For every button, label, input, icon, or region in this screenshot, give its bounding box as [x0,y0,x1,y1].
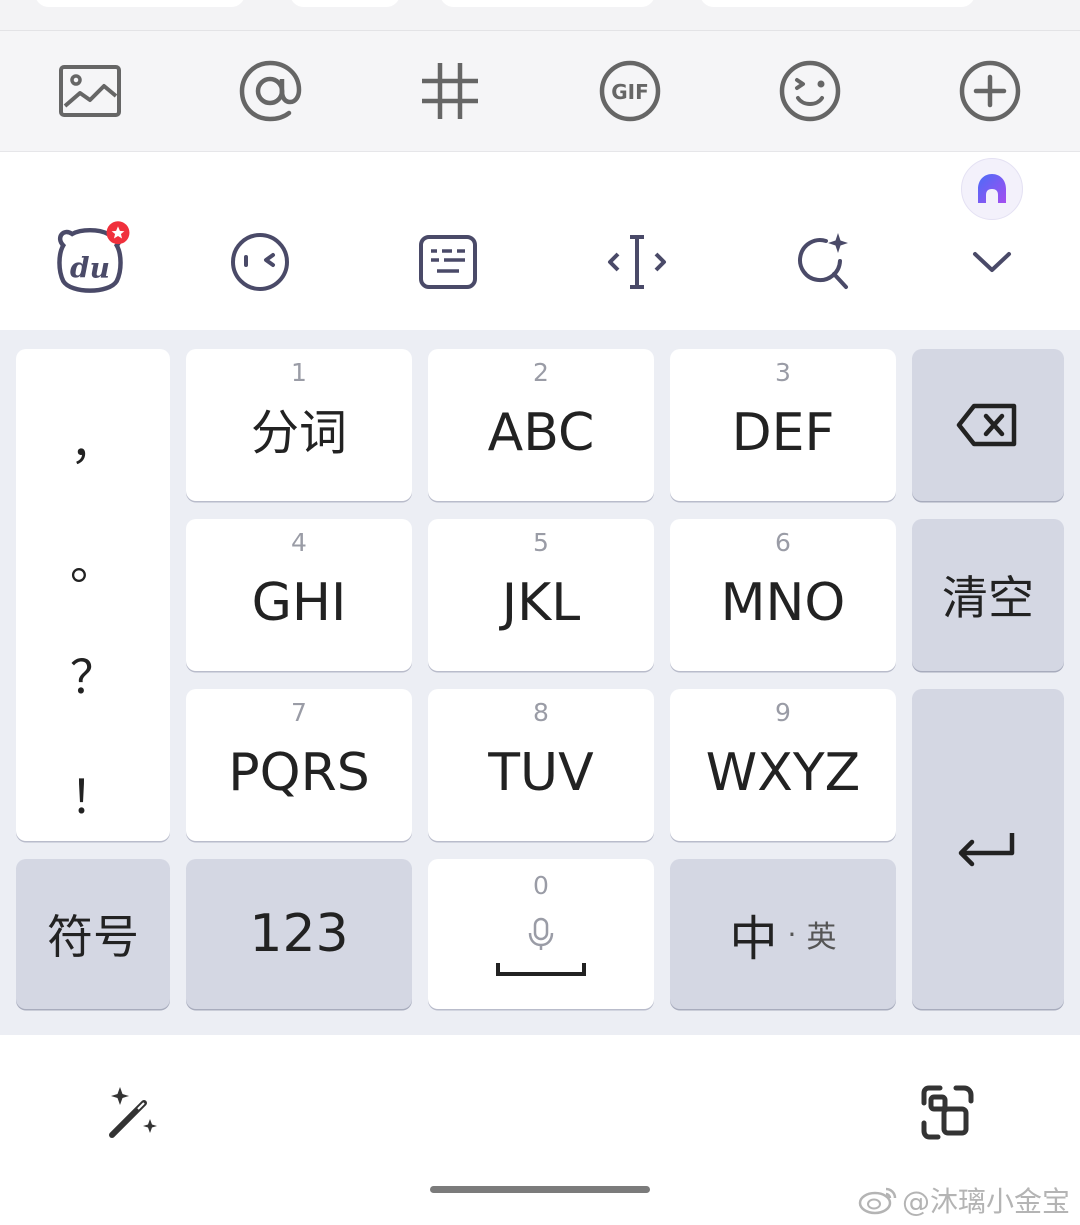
key-3[interactable]: 3 DEF [670,349,896,501]
enter-key[interactable] [912,689,1064,1009]
key-2[interactable]: 2 ABC [428,349,654,501]
punct-comma[interactable]: ， [16,407,170,473]
emoji-icon [779,60,841,122]
ai-search-button[interactable] [773,217,873,307]
at-mention-icon [239,60,302,122]
key-9[interactable]: 9 WXYZ [670,689,896,841]
key-number: 1 [291,358,307,387]
image-icon [59,65,121,117]
magic-wand-icon [109,1087,157,1138]
symbols-label: 符号 [47,910,139,964]
ai-assistant-icon [978,174,1006,203]
numbers-label: 123 [249,904,349,964]
key-number: 3 [775,358,791,387]
lang-primary: 中 [729,911,778,967]
key-number: 6 [775,528,791,557]
key-label: ABC [487,403,595,463]
kaomoji-button[interactable] [210,217,310,307]
spacebar-icon [496,963,586,976]
ime-toolbar: du [0,152,1080,329]
microphone-icon [528,917,554,950]
chip[interactable] [35,0,245,7]
key-number: 4 [291,528,307,557]
gif-icon: GIF [599,60,661,122]
punct-question[interactable]: ？ [16,641,170,707]
du-bear-logo-icon: du [57,221,130,293]
collapse-keyboard-button[interactable] [942,217,1042,307]
keyboard-layout-icon [419,235,477,289]
gif-text: GIF [611,80,649,104]
key-1[interactable]: 1 分词 [186,349,412,501]
key-number: 8 [533,698,549,727]
key-number: 0 [533,871,549,900]
key-5[interactable]: 5 JKL [428,519,654,671]
lang-dot: · [787,917,797,951]
key-number: 5 [533,528,549,557]
image-button[interactable] [30,31,150,151]
watermark-text: @沐璃小金宝 [901,1185,1070,1218]
add-icon [959,60,1021,122]
key-number: 7 [291,698,307,727]
backspace-icon [956,403,1017,447]
cursor-move-icon [608,235,666,289]
weibo-logo-icon [858,1187,897,1215]
ai-assistant-button[interactable] [961,158,1023,220]
key-label: DEF [731,403,835,463]
key-7[interactable]: 7 PQRS [186,689,412,841]
chip[interactable] [440,0,655,7]
add-button[interactable] [930,31,1050,151]
gif-button[interactable]: GIF [570,31,690,151]
key-label: TUV [488,743,594,803]
key-label: MNO [720,573,846,633]
collapse-chevron-icon [973,252,1011,272]
kaomoji-icon [231,233,289,291]
lang-secondary: 英 [806,920,837,955]
du-logo-text: du [70,251,110,284]
watermark: @沐璃小金宝 [858,1180,1070,1220]
scan-text-icon [921,1085,974,1140]
du-logo-button[interactable]: du [40,217,140,307]
numbers-key[interactable]: 123 [186,859,412,1009]
key-label: 分词 [250,405,347,461]
t9-keyboard: ， 。 ？ ！ 1 分词 2 ABC 3 DEF 4 GHI 5 JKL 6 M… [0,330,1080,1035]
top-chip-strip [0,0,1080,31]
ai-search-icon [798,233,848,289]
chip[interactable] [290,0,400,7]
enter-icon [958,833,1015,867]
key-label: PQRS [228,743,370,803]
scan-text-button[interactable] [908,1073,988,1153]
emoji-button[interactable] [750,31,870,151]
keyboard-layout-button[interactable] [398,217,498,307]
key-label: GHI [251,573,347,633]
punct-period[interactable]: 。 [16,527,170,593]
backspace-key[interactable] [912,349,1064,501]
clear-key[interactable]: 清空 [912,519,1064,671]
symbols-key[interactable]: 符号 [16,859,170,1009]
key-number: 9 [775,698,791,727]
home-indicator[interactable] [430,1186,650,1193]
space-key[interactable]: 0 [428,859,654,1009]
key-number: 2 [533,358,549,387]
key-6[interactable]: 6 MNO [670,519,896,671]
magic-wand-button[interactable] [92,1073,172,1153]
hashtag-button[interactable] [390,31,510,151]
chip[interactable] [700,0,975,7]
key-label: WXYZ [705,743,861,803]
language-switch-key[interactable]: 中 · 英 [670,859,896,1009]
cursor-move-button[interactable] [587,217,687,307]
clear-label: 清空 [942,571,1034,625]
punct-exclaim[interactable]: ！ [16,761,170,827]
hashtag-icon [422,63,478,119]
punctuation-column[interactable]: ， 。 ？ ！ [16,349,170,841]
compose-toolbar: GIF [0,31,1080,152]
mention-button[interactable] [210,31,330,151]
key-8[interactable]: 8 TUV [428,689,654,841]
key-4[interactable]: 4 GHI [186,519,412,671]
key-label: JKL [501,573,581,633]
